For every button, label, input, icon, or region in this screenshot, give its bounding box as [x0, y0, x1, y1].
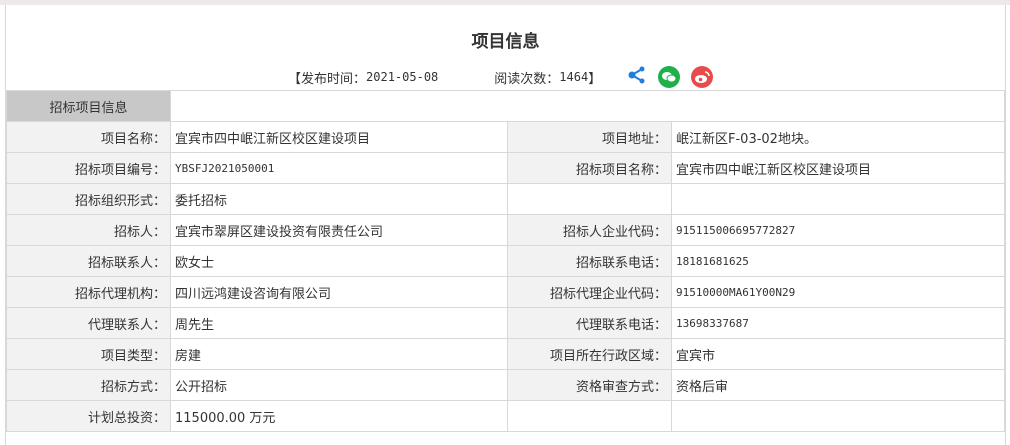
- field-value: 91510000MA61Y00N29: [671, 276, 1005, 308]
- publish-label: 【发布时间：: [288, 71, 367, 87]
- page-title: 项目信息: [471, 32, 540, 52]
- field-label: 招标方式：: [6, 369, 171, 401]
- field-value: 委托招标: [170, 183, 508, 215]
- table-row: 计划总投资： 115000.00 万元: [6, 400, 1005, 432]
- field-label: 招标人企业代码：: [507, 214, 672, 246]
- field-label: 项目名称：: [6, 121, 171, 153]
- table-row: 招标项目编号： YBSFJ2021050001 招标项目名称： 宜宾市四中岷江新…: [6, 152, 1005, 184]
- field-label: 代理联系人：: [6, 307, 171, 339]
- read-count: 1464: [559, 70, 589, 84]
- field-label: 资格审查方式：: [507, 369, 672, 401]
- field-label: 招标联系电话：: [507, 245, 672, 277]
- field-value: 公开招标: [170, 369, 508, 401]
- field-label: 招标代理企业代码：: [507, 276, 672, 308]
- table-row: 招标方式： 公开招标 资格审查方式： 资格后审: [6, 369, 1005, 401]
- field-label: 招标项目名称：: [507, 152, 672, 184]
- field-label: 项目类型：: [6, 338, 171, 370]
- field-value: 宜宾市四中岷江新区校区建设项目: [671, 152, 1005, 184]
- share-icon[interactable]: [627, 65, 647, 89]
- table-row: 招标代理机构： 四川远鸿建设咨询有限公司 招标代理企业代码： 91510000M…: [6, 276, 1005, 308]
- field-value: [671, 400, 1005, 432]
- field-value: 宜宾市: [671, 338, 1005, 370]
- field-label: 代理联系电话：: [507, 307, 672, 339]
- publish-date: 2021-05-08: [366, 70, 439, 84]
- field-label: 招标人：: [6, 214, 171, 246]
- field-label: [507, 183, 672, 215]
- table-row: 代理联系人： 周先生 代理联系电话： 13698337687: [6, 307, 1005, 339]
- table-row: 项目类型： 房建 项目所在行政区域： 宜宾市: [6, 338, 1005, 370]
- field-value: 资格后审: [671, 369, 1005, 401]
- weibo-icon[interactable]: [691, 66, 714, 88]
- bracket: 】: [588, 71, 602, 87]
- table-row: 招标联系人： 欧女士 招标联系电话： 18181681625: [6, 245, 1005, 277]
- field-value: 周先生: [170, 307, 508, 339]
- field-value: 岷江新区F-03-02地块。: [671, 121, 1005, 153]
- field-value: [671, 183, 1005, 215]
- field-label: 招标组织形式：: [6, 183, 171, 215]
- project-info-panel: 项目信息 【发布时间： 2021-05-08 阅读次数： 1464 】 招标项目…: [5, 5, 1006, 445]
- read-label: 阅读次数：: [494, 71, 560, 87]
- field-value: 房建: [170, 338, 508, 370]
- table-row: 项目名称： 宜宾市四中岷江新区校区建设项目 项目地址： 岷江新区F-03-02地…: [6, 121, 1005, 153]
- field-label: 招标项目编号：: [6, 152, 171, 184]
- wechat-icon[interactable]: [658, 66, 681, 88]
- field-label: [507, 400, 672, 432]
- field-label: 项目地址：: [507, 121, 672, 153]
- field-value: YBSFJ2021050001: [170, 152, 508, 184]
- field-label: 项目所在行政区域：: [507, 338, 672, 370]
- field-value: 欧女士: [170, 245, 508, 277]
- field-label: 招标联系人：: [6, 245, 171, 277]
- field-value: 915115006695772827: [671, 214, 1005, 246]
- info-table: 招标项目信息 项目名称： 宜宾市四中岷江新区校区建设项目 项目地址： 岷江新区F…: [6, 90, 1005, 432]
- field-value: 四川远鸿建设咨询有限公司: [170, 276, 508, 308]
- meta-line: 【发布时间： 2021-05-08 阅读次数： 1464 】: [288, 65, 714, 89]
- field-value: 18181681625: [671, 245, 1005, 277]
- field-value: 宜宾市翠屏区建设投资有限责任公司: [170, 214, 508, 246]
- field-value: 115000.00 万元: [170, 400, 508, 432]
- field-label: 招标代理机构：: [6, 276, 171, 308]
- field-value: 13698337687: [671, 307, 1005, 339]
- table-row: 招标组织形式： 委托招标: [6, 183, 1005, 215]
- table-row: 招标人： 宜宾市翠屏区建设投资有限责任公司 招标人企业代码： 915115006…: [6, 214, 1005, 246]
- field-label: 计划总投资：: [6, 400, 171, 432]
- section-header: 招标项目信息: [6, 90, 171, 122]
- field-value: 宜宾市四中岷江新区校区建设项目: [170, 121, 508, 153]
